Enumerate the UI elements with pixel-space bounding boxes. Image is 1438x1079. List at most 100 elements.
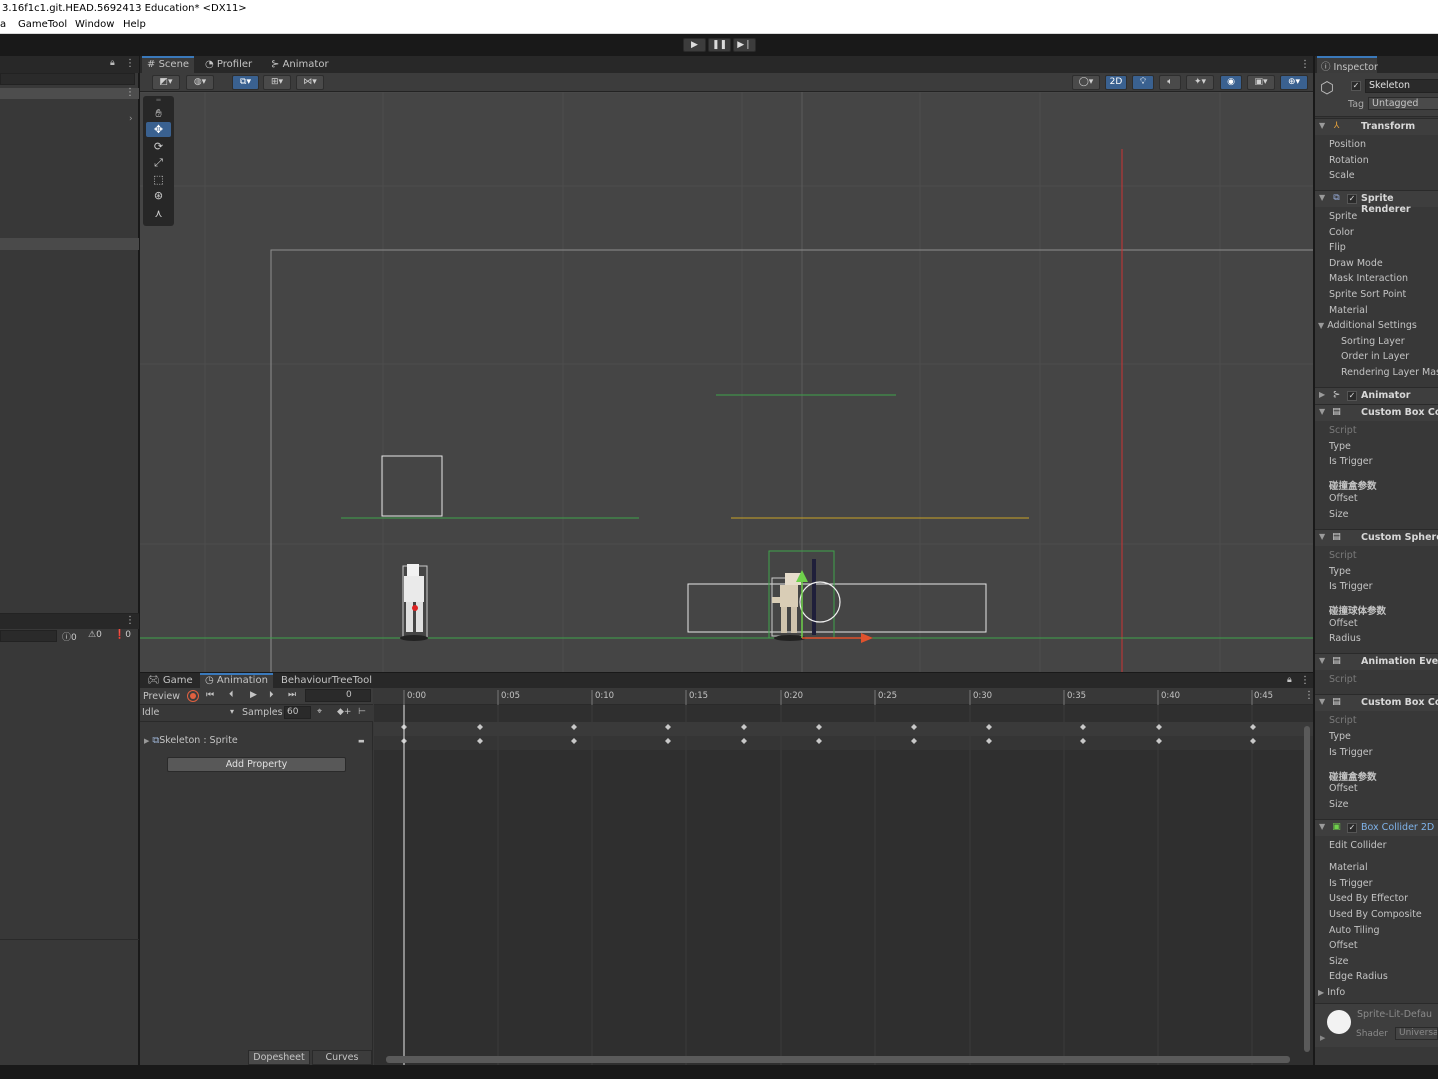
toggle-2d-button[interactable]: 2D bbox=[1105, 75, 1127, 90]
component-header-sprite-renderer[interactable]: ▼ ⧉ ✓ Sprite Renderer bbox=[1315, 190, 1438, 215]
snap-dropdown[interactable]: ⧉▾ bbox=[232, 75, 259, 90]
tab-animation[interactable]: ◷ Animation bbox=[200, 673, 273, 688]
tab-animator[interactable]: ⊱ Animator bbox=[266, 56, 334, 73]
add-keyframe-icon[interactable]: ◆+ bbox=[337, 707, 351, 717]
console-errors-count[interactable]: ❗0 bbox=[114, 630, 131, 640]
info-foldout[interactable]: ▶ Info bbox=[1318, 987, 1345, 998]
material-fold-icon[interactable]: ▶ bbox=[1320, 1034, 1325, 1042]
console-warnings-count[interactable]: ⚠0 bbox=[88, 630, 102, 640]
gizmos-dropdown[interactable]: ⊕▾ bbox=[1280, 75, 1308, 90]
scene-menu-icon[interactable]: ⋮ bbox=[125, 87, 135, 98]
audio-toggle-icon[interactable]: 🔈︎ bbox=[1159, 75, 1181, 90]
timeline-vertical-scrollbar[interactable] bbox=[1304, 726, 1310, 1052]
hierarchy-search-input[interactable] bbox=[0, 73, 135, 85]
play-animation-icon[interactable]: ▶ bbox=[250, 690, 257, 700]
active-checkbox[interactable]: ✓ bbox=[1351, 81, 1361, 91]
lighting-toggle-icon[interactable]: 💡︎ bbox=[1132, 75, 1154, 90]
step-button[interactable]: ▶❘ bbox=[733, 38, 756, 52]
custom-tool-icon[interactable]: ⋏ bbox=[146, 206, 171, 221]
fold-arrow-icon[interactable]: ▼ bbox=[1319, 656, 1325, 665]
hand-tool-icon[interactable]: ✋︎ bbox=[146, 106, 171, 121]
add-event-icon[interactable]: ⊢ bbox=[358, 707, 366, 717]
component-header-custom-box-collider-2[interactable]: ▼ ▤ Custom Box Colli bbox=[1315, 694, 1438, 711]
enabled-checkbox[interactable]: ✓ bbox=[1347, 194, 1357, 204]
component-header-transform[interactable]: ▼ ⅄ Transform bbox=[1315, 118, 1438, 135]
transform-tool-icon[interactable]: ⊛ bbox=[146, 188, 171, 203]
camera-dropdown[interactable]: ▣▾ bbox=[1247, 75, 1275, 90]
timeline-horizontal-scrollbar[interactable] bbox=[386, 1056, 1290, 1063]
field-edit-collider[interactable]: Edit Collider bbox=[1329, 840, 1387, 851]
fold-arrow-icon[interactable]: ▼ bbox=[1319, 193, 1325, 202]
menu-item-partial[interactable]: a bbox=[0, 19, 6, 30]
tab-behaviourtreetool[interactable]: BehaviourTreeTool bbox=[276, 673, 377, 688]
fold-arrow-icon[interactable]: ▼ bbox=[1319, 697, 1325, 706]
global-local-dropdown[interactable]: ◍▾ bbox=[186, 75, 214, 90]
hierarchy-scene-row[interactable] bbox=[0, 88, 139, 99]
component-header-custom-sphere-collider[interactable]: ▼ ▤ Custom Sphere C bbox=[1315, 529, 1438, 546]
expand-arrow-icon[interactable]: › bbox=[129, 114, 133, 124]
fold-arrow-icon[interactable]: ▼ bbox=[1319, 121, 1325, 130]
shader-dropdown[interactable]: Universa bbox=[1395, 1027, 1438, 1040]
effects-dropdown[interactable]: ✦▾ bbox=[1186, 75, 1214, 90]
player-sprite[interactable] bbox=[400, 564, 428, 641]
dopesheet-tab[interactable]: Dopesheet bbox=[248, 1050, 310, 1065]
menu-item-window[interactable]: Window bbox=[75, 19, 114, 30]
add-property-button[interactable]: Add Property bbox=[167, 757, 346, 772]
clip-dropdown[interactable]: Idle ▾ bbox=[142, 707, 238, 720]
enabled-checkbox[interactable]: ✓ bbox=[1347, 823, 1357, 833]
fold-arrow-icon[interactable]: ▼ bbox=[1319, 532, 1325, 541]
object-name-input[interactable]: Skeleton bbox=[1365, 79, 1438, 93]
skeleton-sprite[interactable] bbox=[768, 550, 873, 643]
frame-input[interactable]: 0 bbox=[305, 689, 371, 702]
component-header-box-collider-2d[interactable]: ▼ ▣ ✓ Box Collider 2D bbox=[1315, 819, 1438, 836]
menu-item-gametool[interactable]: GameTool bbox=[18, 19, 67, 30]
preview-toggle[interactable]: Preview bbox=[143, 691, 180, 702]
pause-button[interactable]: ❚❚ bbox=[708, 38, 731, 52]
rect-tool-icon[interactable]: ⬚ bbox=[146, 172, 171, 187]
scene-viewport[interactable] bbox=[140, 92, 1313, 672]
last-keyframe-icon[interactable]: ⏭ bbox=[288, 690, 296, 700]
component-header-animation-event[interactable]: ▼ ▤ Animation Event bbox=[1315, 653, 1438, 670]
console-menu-icon[interactable]: ⋮ bbox=[125, 615, 135, 626]
draw-mode-dropdown[interactable]: ◩▾ bbox=[152, 75, 180, 90]
console-search-input[interactable] bbox=[0, 630, 57, 642]
lock-icon[interactable]: 🔒︎ bbox=[110, 58, 115, 68]
kebab-menu-icon[interactable]: ⋮ bbox=[125, 58, 135, 69]
keyframe-mode-icon[interactable]: ⌖ bbox=[317, 707, 322, 717]
curves-tab[interactable]: Curves bbox=[312, 1050, 372, 1065]
prev-keyframe-icon[interactable]: ⏴ bbox=[229, 690, 234, 700]
tab-profiler[interactable]: ◔ Profiler bbox=[200, 56, 257, 73]
additional-settings-foldout[interactable]: ▼ Additional Settings bbox=[1318, 320, 1417, 331]
component-header-custom-box-collider[interactable]: ▼ ▤ Custom Box Colli bbox=[1315, 404, 1438, 421]
palette-grip-icon[interactable]: ═ bbox=[146, 97, 171, 104]
fold-arrow-icon[interactable]: ▼ bbox=[1319, 822, 1325, 831]
scale-tool-icon[interactable]: ⤢ bbox=[146, 155, 171, 170]
rotate-tool-icon[interactable]: ⟳ bbox=[146, 139, 171, 154]
samples-input[interactable]: 60 bbox=[284, 706, 311, 719]
trigger-box[interactable] bbox=[381, 455, 443, 517]
property-row-skeleton-sprite[interactable]: ▶ ⧉Skeleton : Sprite bbox=[144, 735, 238, 746]
dopesheet-timeline[interactable] bbox=[374, 688, 1313, 1065]
menu-item-help[interactable]: Help bbox=[123, 19, 146, 30]
play-button[interactable]: ▶ bbox=[683, 38, 706, 52]
console-messages-count[interactable]: ⓘ0 bbox=[62, 630, 77, 643]
fold-arrow-icon[interactable]: ▶ bbox=[1319, 390, 1325, 399]
increment-dropdown[interactable]: ⋈▾ bbox=[296, 75, 324, 90]
next-keyframe-icon[interactable]: ⏵ bbox=[269, 690, 274, 700]
tab-scene[interactable]: # Scene bbox=[142, 56, 195, 73]
record-button[interactable] bbox=[187, 690, 199, 702]
hierarchy-selected-row[interactable] bbox=[0, 238, 139, 250]
visibility-toggle-icon[interactable]: ◉ bbox=[1220, 75, 1242, 90]
animation-menu-icon[interactable]: ⋮ bbox=[1295, 673, 1315, 688]
timeline-ruler[interactable]: 0:00 0:05 0:10 0:15 0:20 0:25 0:30 0:35 … bbox=[374, 688, 1314, 705]
tag-dropdown[interactable]: Untagged bbox=[1368, 97, 1438, 110]
tab-game[interactable]: 🎮︎ Game bbox=[142, 673, 198, 688]
component-header-animator[interactable]: ▶ ⊱ ✓ Animator bbox=[1315, 387, 1438, 404]
move-tool-icon[interactable]: ✥ bbox=[146, 122, 171, 137]
property-options-icon[interactable]: ▬ bbox=[358, 737, 365, 745]
fold-arrow-icon[interactable]: ▼ bbox=[1319, 407, 1325, 416]
first-keyframe-icon[interactable]: ⏮ bbox=[206, 690, 214, 700]
scene-options-icon[interactable]: ⋮ bbox=[1295, 56, 1315, 73]
ruler-menu-icon[interactable]: ⋮ bbox=[1304, 690, 1314, 701]
enabled-checkbox[interactable]: ✓ bbox=[1347, 391, 1357, 401]
